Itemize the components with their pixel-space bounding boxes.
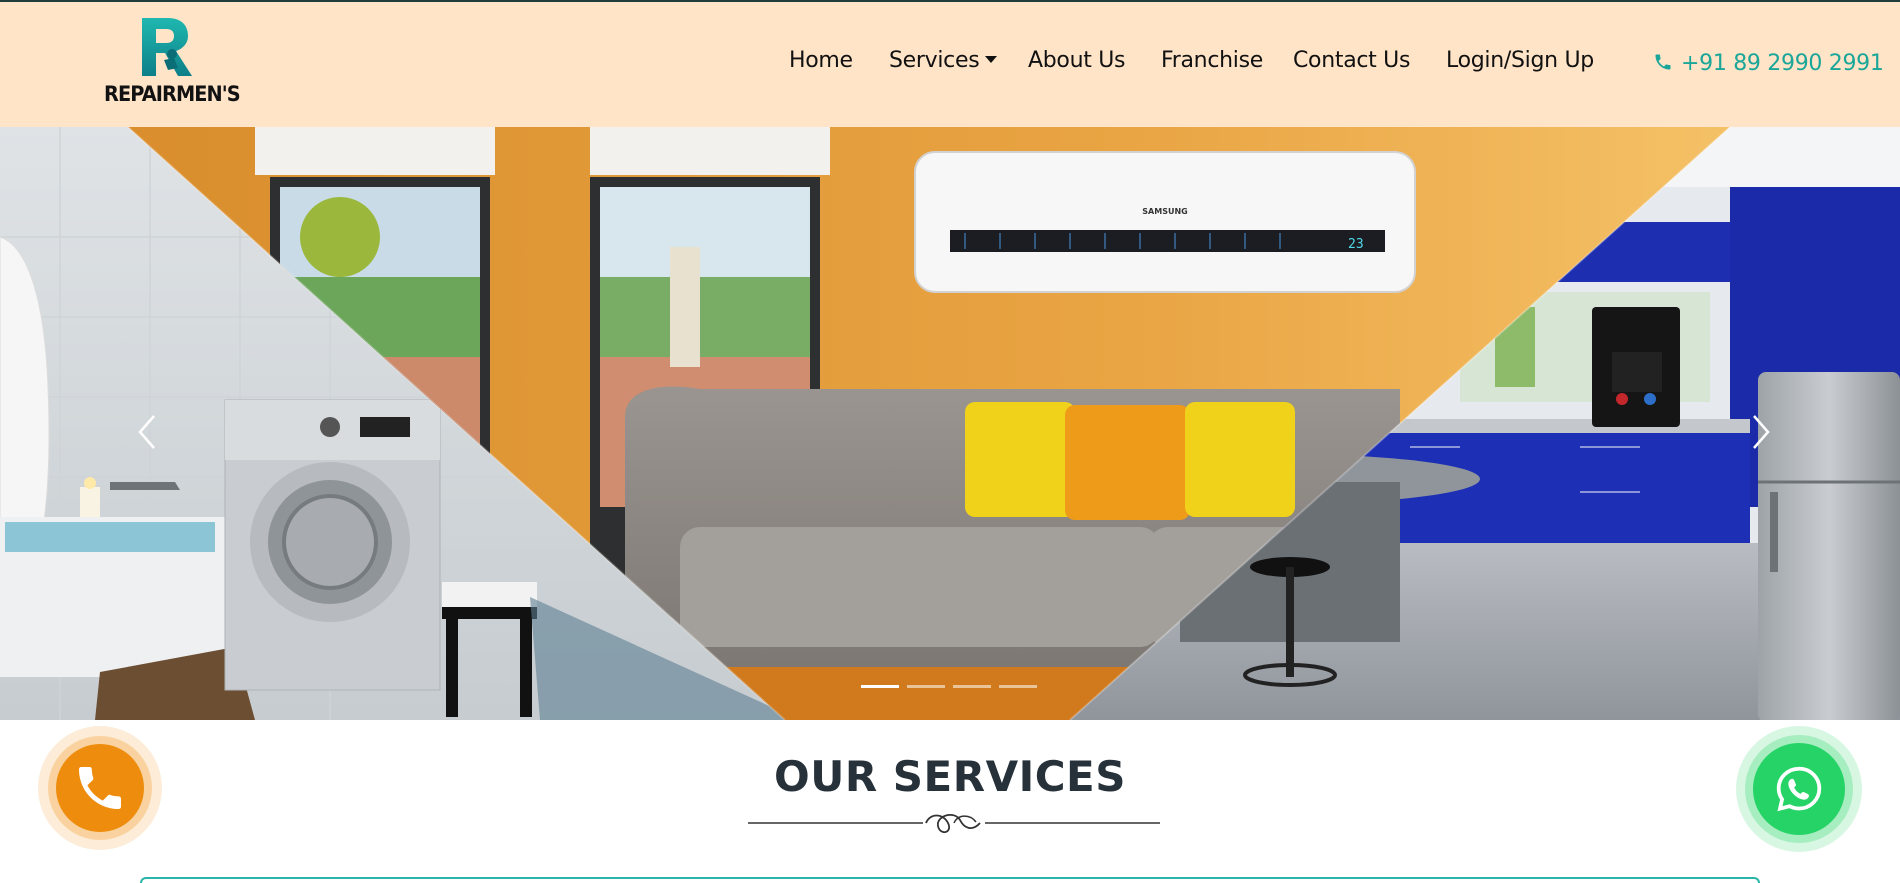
nav-services[interactable]: Services <box>889 48 998 73</box>
carousel-prev-button[interactable] <box>128 402 168 462</box>
site-header: REPAIRMEN'S Home Services About Us Franc… <box>0 2 1900 127</box>
header-phone-link[interactable]: +91 89 2990 2991 <box>1653 48 1884 76</box>
carousel-indicator-1[interactable] <box>861 685 899 688</box>
nav-franchise[interactable]: Franchise <box>1161 48 1263 73</box>
caret-down-icon <box>985 55 998 63</box>
phone-icon <box>1655 54 1671 70</box>
carousel-indicator-4[interactable] <box>999 685 1037 688</box>
nav-contact-us[interactable]: Contact Us <box>1293 48 1410 73</box>
floating-whatsapp-button[interactable] <box>1736 726 1862 852</box>
nav-services-label: Services <box>889 48 980 73</box>
ac-brand: SAMSUNG <box>1142 207 1187 216</box>
nav-home[interactable]: Home <box>789 48 853 73</box>
carousel-next-button[interactable] <box>1740 402 1780 462</box>
hero-image: 23 SAMSUNG <box>0 127 1900 720</box>
header-phone-number: +91 89 2990 2991 <box>1681 51 1884 76</box>
phone-icon <box>79 767 121 809</box>
hero-carousel[interactable]: 23 SAMSUNG <box>0 127 1900 720</box>
whatsapp-icon <box>1776 766 1822 812</box>
title-divider-ornament <box>748 813 1160 833</box>
chevron-right-icon <box>1753 415 1770 449</box>
chevron-left-icon <box>138 415 155 449</box>
carousel-indicator-2[interactable] <box>907 685 945 688</box>
services-title: OUR SERVICES <box>774 752 1126 801</box>
carousel-indicator-3[interactable] <box>953 685 991 688</box>
nav-about-us[interactable]: About Us <box>1028 48 1126 73</box>
logo-text: REPAIRMEN'S <box>104 82 241 106</box>
nav-login-signup[interactable]: Login/Sign Up <box>1446 48 1594 73</box>
services-container <box>140 877 1760 883</box>
logo-r-icon <box>142 18 192 76</box>
floating-call-button[interactable] <box>38 726 162 850</box>
ac-display: 23 <box>1348 237 1364 252</box>
logo[interactable]: REPAIRMEN'S <box>104 16 241 116</box>
